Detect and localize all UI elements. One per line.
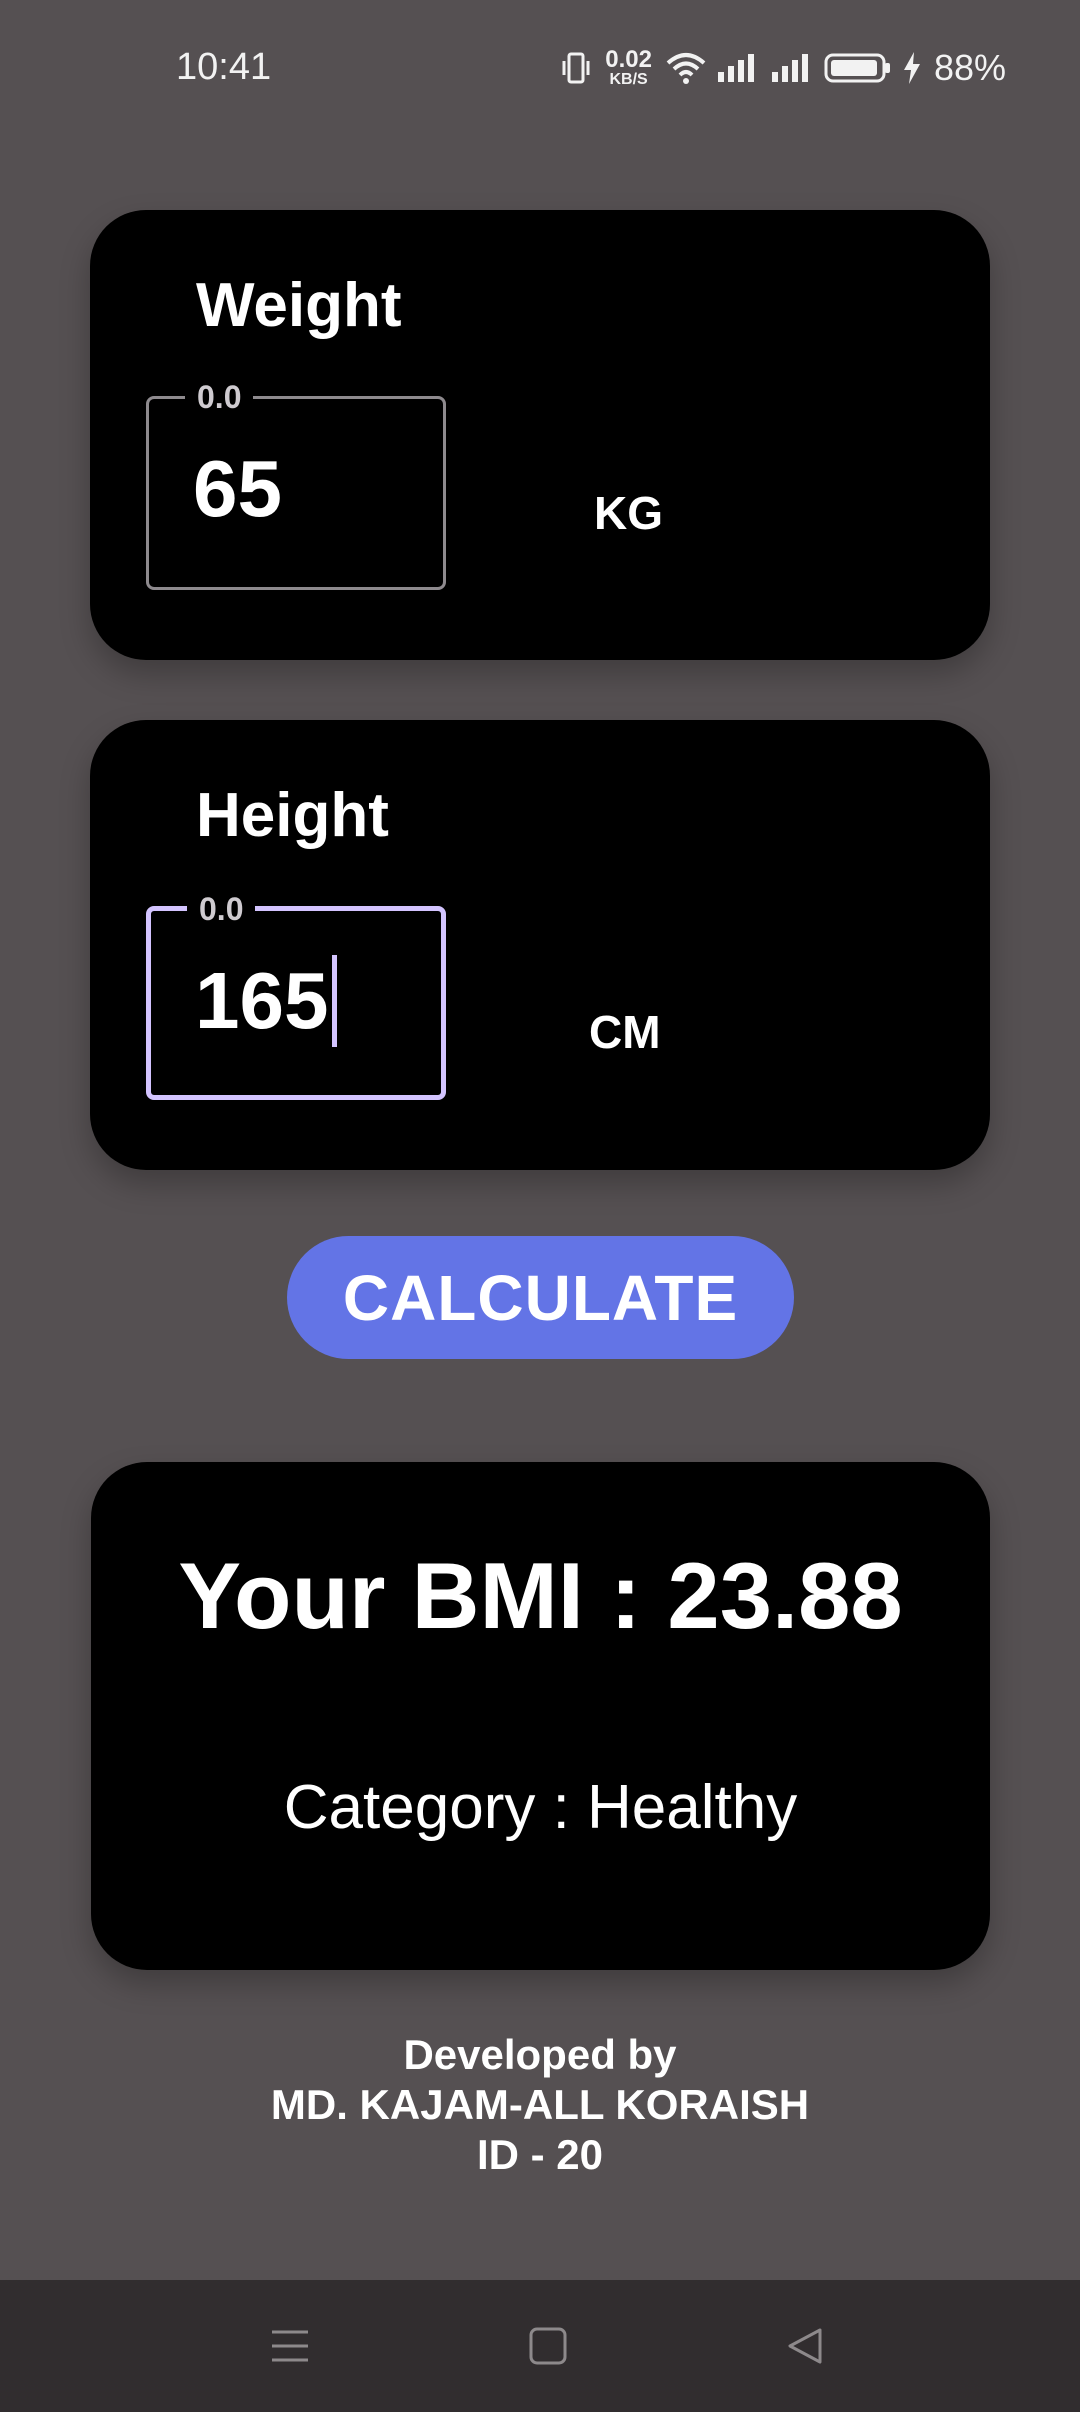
- bmi-category: Category : Healthy: [283, 1773, 798, 1842]
- status-time: 10:41: [176, 46, 272, 88]
- navigation-bar: [0, 2280, 1080, 2412]
- weight-input-label: 0.0: [185, 379, 254, 416]
- network-speed-unit: KB/S: [609, 71, 648, 88]
- height-card: Height 0.0 165 CM: [90, 720, 990, 1170]
- bmi-calculator-screen: 10:41 0.02 KB/S 88% Weight 0.0 65 KG Hei…: [0, 0, 1080, 2412]
- height-input-label: 0.0: [187, 891, 256, 928]
- battery-icon: [824, 52, 892, 84]
- signal-icon: [770, 52, 814, 84]
- height-input[interactable]: 0.0 165: [146, 891, 446, 1100]
- text-caret: [332, 955, 338, 1047]
- weight-input[interactable]: 0.0 65: [146, 379, 446, 590]
- wifi-icon: [666, 51, 706, 85]
- vibrate-icon: [561, 51, 591, 85]
- calculate-button[interactable]: CALCULATE: [287, 1236, 794, 1359]
- height-title: Height: [196, 781, 389, 850]
- weight-input-value[interactable]: 65: [193, 443, 282, 535]
- menu-icon[interactable]: [260, 2316, 320, 2376]
- developer-credit: Developed by MD. KAJAM-ALL KORAISH ID - …: [0, 2030, 1080, 2180]
- signal-icon: [716, 52, 760, 84]
- result-card: Your BMI : 23.88 Category : Healthy: [91, 1462, 990, 1970]
- network-speed-value: 0.02: [605, 46, 652, 73]
- height-input-value-wrap[interactable]: 165: [195, 955, 338, 1047]
- weight-title: Weight: [196, 271, 402, 340]
- credit-line-1: Developed by: [403, 2031, 677, 2078]
- bmi-result: Your BMI : 23.88: [178, 1543, 903, 1648]
- network-speed: 0.02 KB/S: [605, 48, 652, 88]
- battery-percent: 88%: [933, 47, 1006, 88]
- credit-line-2: MD. KAJAM-ALL KORAISH: [270, 2081, 810, 2128]
- home-icon[interactable]: [518, 2316, 578, 2376]
- back-icon[interactable]: [776, 2316, 836, 2376]
- weight-card: Weight 0.0 65 KG: [90, 210, 990, 660]
- charging-icon: [902, 51, 922, 85]
- status-bar: 10:41 0.02 KB/S 88%: [0, 0, 1080, 140]
- weight-unit: KG: [594, 487, 663, 539]
- height-unit: CM: [589, 1006, 661, 1058]
- height-input-value[interactable]: 165: [195, 955, 328, 1047]
- status-icons: 0.02 KB/S 88%: [561, 40, 1006, 96]
- credit-line-3: ID - 20: [476, 2131, 604, 2178]
